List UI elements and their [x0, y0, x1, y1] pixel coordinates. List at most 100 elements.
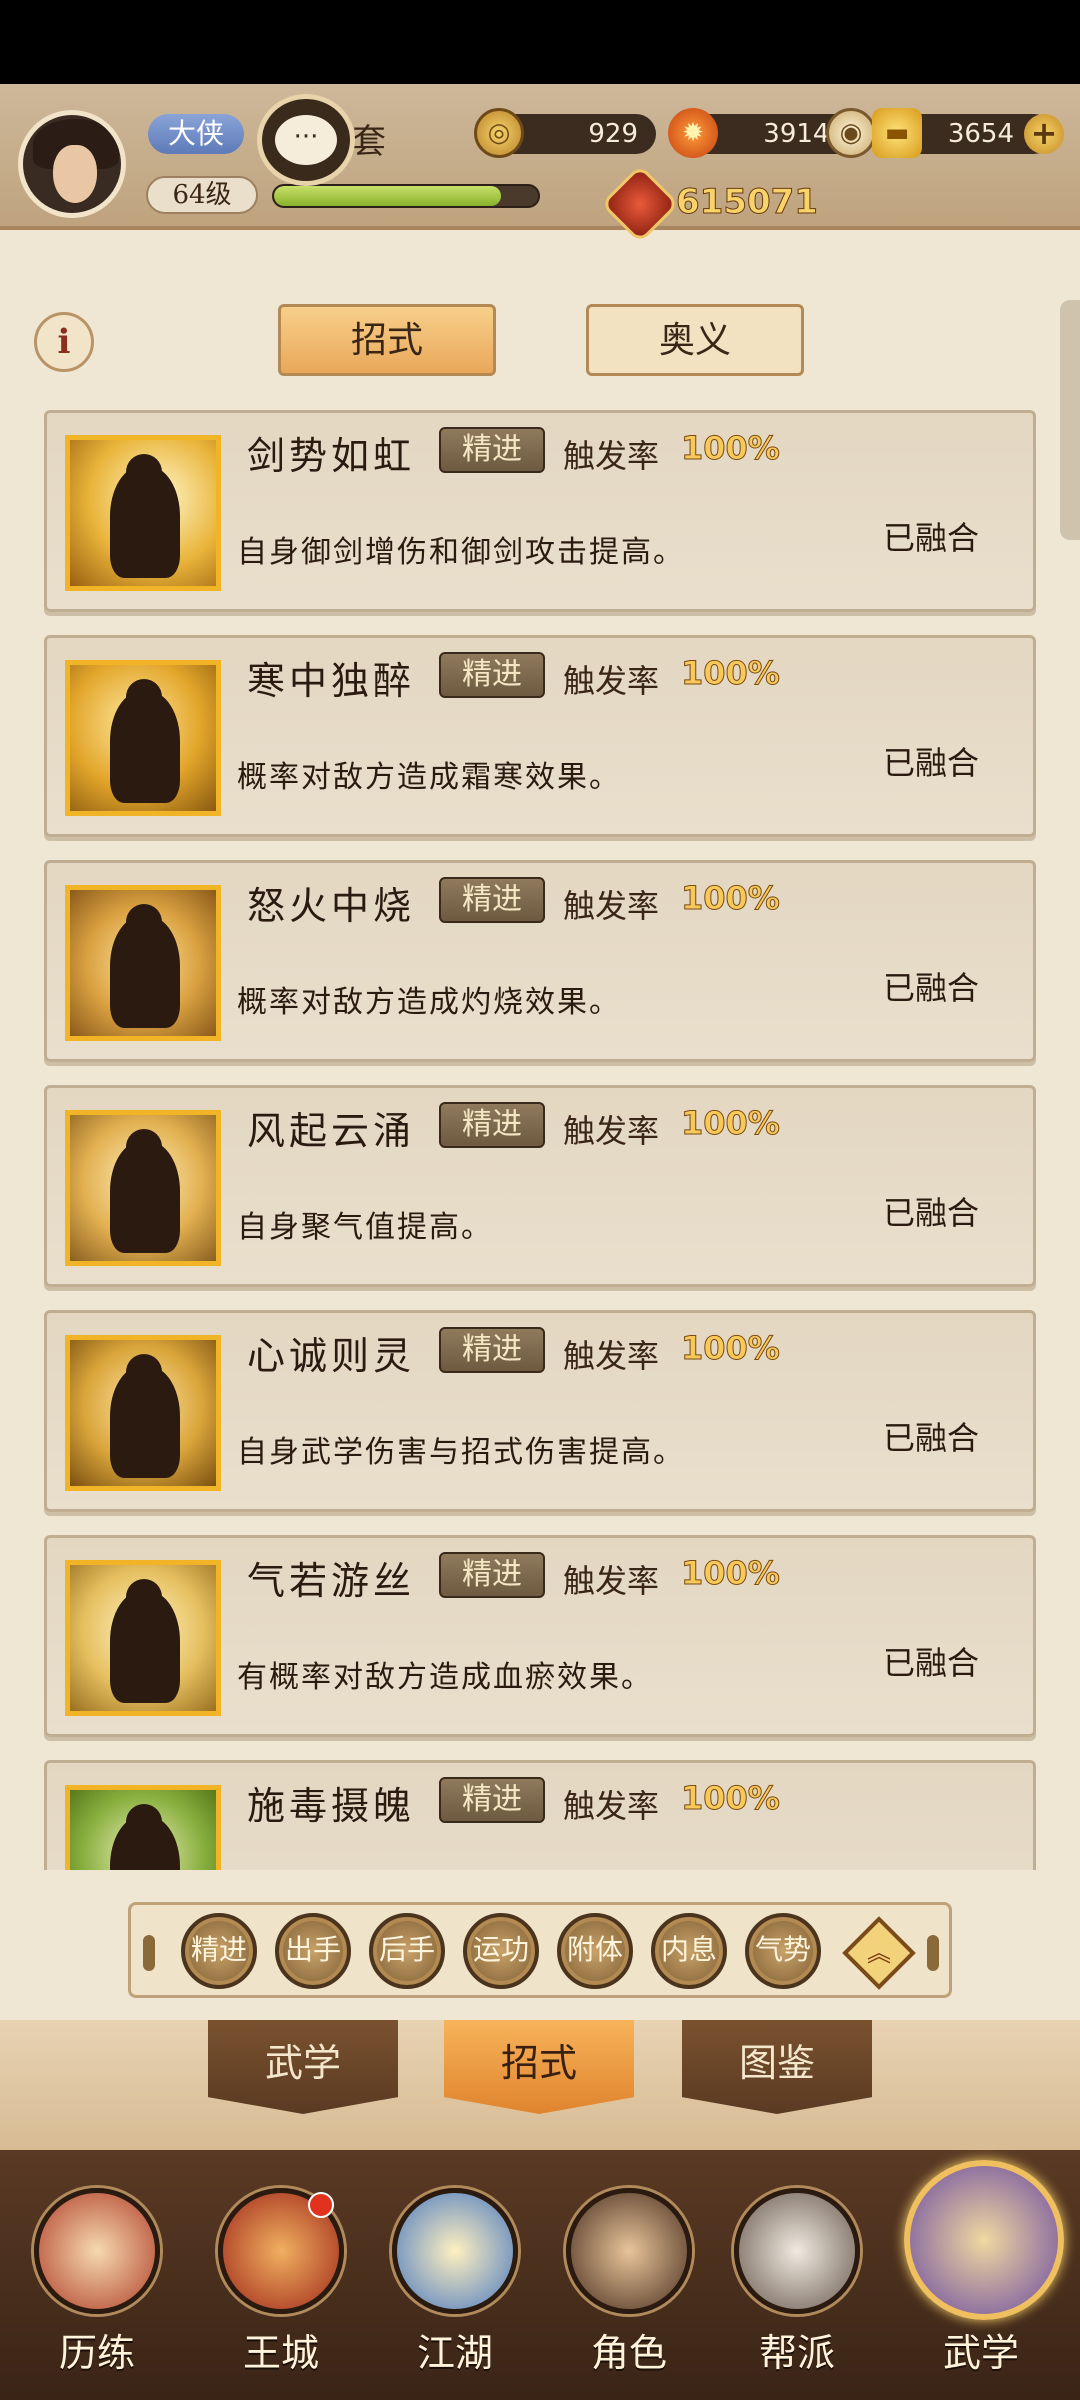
fused-status: 已融合	[883, 1419, 980, 1457]
skill-description: 概率对敌方造成霜寒效果。	[237, 760, 621, 795]
skill-card[interactable]: 怒火中烧 精进 触发率 100% 概率对敌方造成灼烧效果。 已融合	[44, 860, 1036, 1062]
nav-label: 历练	[58, 2331, 135, 2375]
nav-training[interactable]: 历练	[12, 2172, 182, 2392]
filter-button[interactable]: 出手	[275, 1913, 351, 1989]
chat-icon: ···	[275, 115, 337, 165]
level-pill: 64级	[146, 176, 258, 214]
tab-moves[interactable]: 招式	[278, 304, 496, 376]
trigger-rate-label: 触发率	[563, 1337, 660, 1375]
skill-list[interactable]: 剑势如虹 精进 触发率 100% 自身御剑增伤和御剑攻击提高。 已融合 寒中独醉…	[44, 410, 1036, 1870]
skill-description: 自身御剑增伤和御剑攻击提高。	[237, 535, 685, 570]
character-name: 套	[352, 122, 386, 162]
trigger-rate-value: 100%	[681, 1104, 781, 1143]
skill-card[interactable]: 剑势如虹 精进 触发率 100% 自身御剑增伤和御剑攻击提高。 已融合	[44, 410, 1036, 612]
skill-card[interactable]: 心诚则灵 精进 触发率 100% 自身武学伤害与招式伤害提高。 已融合	[44, 1310, 1036, 1512]
skill-name: 寒中独醉	[247, 659, 416, 703]
info-button[interactable]: i	[34, 312, 94, 372]
skill-icon-figure	[110, 1141, 180, 1253]
skill-card[interactable]: 施毒摄魄 精进 触发率 100%	[44, 1760, 1036, 1870]
trigger-rate-value: 100%	[681, 429, 781, 468]
nav-character[interactable]: 角色	[544, 2172, 714, 2392]
skill-name: 气若游丝	[247, 1559, 416, 1603]
trigger-rate-label: 触发率	[563, 1112, 660, 1150]
filter-button[interactable]: 运功	[463, 1913, 539, 1989]
skill-icon	[65, 660, 221, 816]
subnav-tab-codex[interactable]: 图鉴	[682, 2020, 872, 2114]
nav-label: 帮派	[758, 2331, 835, 2375]
fused-status: 已融合	[883, 969, 980, 1007]
trigger-rate-value: 100%	[681, 1554, 781, 1593]
skill-description: 有概率对敌方造成血瘀效果。	[237, 1660, 653, 1695]
trigger-rate-value: 100%	[681, 1779, 781, 1818]
trigger-rate-label: 触发率	[563, 1787, 660, 1825]
filter-button[interactable]: 精进	[181, 1913, 257, 1989]
trigger-rate-label: 触发率	[563, 662, 660, 700]
fused-status: 已融合	[883, 1644, 980, 1682]
nav-label: 江湖	[416, 2331, 493, 2375]
trigger-rate-label: 触发率	[563, 437, 660, 475]
tier-badge: 精进	[439, 427, 545, 473]
player-avatar[interactable]	[18, 110, 126, 218]
tier-badge: 精进	[439, 1327, 545, 1373]
skill-description: 自身聚气值提高。	[237, 1210, 493, 1245]
skill-icon-figure	[110, 916, 180, 1028]
top-header: 大侠 套 64级 929 ◎ 39146 ✹ ◉ 3654 ▬	[0, 84, 1080, 230]
tier-badge: 精进	[439, 1777, 545, 1823]
trigger-rate-label: 触发率	[563, 1562, 660, 1600]
skill-name: 风起云涌	[247, 1109, 416, 1153]
jianghu-icon	[392, 2188, 518, 2314]
filter-button[interactable]: 内息	[651, 1913, 727, 1989]
filter-bar: ︽ 精进 出手 后手 运功 附体 内息 气势	[128, 1902, 952, 1998]
skill-card[interactable]: 寒中独醉 精进 触发率 100% 概率对敌方造成霜寒效果。 已融合	[44, 635, 1036, 837]
trigger-rate-label: 触发率	[563, 887, 660, 925]
skill-icon-figure	[110, 1816, 180, 1870]
notification-dot	[308, 2192, 334, 2218]
fused-status: 已融合	[883, 519, 980, 557]
skill-description: 概率对敌方造成灼烧效果。	[237, 985, 621, 1020]
filter-expand-button[interactable]: ︽	[842, 1916, 916, 1990]
add-gold-button[interactable]: +	[1024, 114, 1064, 154]
tier-badge: 精进	[439, 652, 545, 698]
nav-martial-arts[interactable]: 武学	[896, 2160, 1066, 2392]
skill-icon	[65, 1785, 221, 1870]
tier-badge: 精进	[439, 1102, 545, 1148]
silver-ingot-icon: ◉	[826, 108, 876, 158]
training-icon	[34, 2188, 160, 2314]
trigger-rate-value: 100%	[681, 654, 781, 693]
double-chevron-up-icon: ︽	[867, 1939, 891, 1967]
filter-button[interactable]: 气势	[745, 1913, 821, 1989]
filter-button[interactable]: 附体	[557, 1913, 633, 1989]
flame-icon: ✹	[668, 108, 718, 158]
guild-icon	[734, 2188, 860, 2314]
tier-badge: 精进	[439, 1552, 545, 1598]
tab-mysteries[interactable]: 奥义	[586, 304, 804, 376]
title-badge: 大侠	[148, 114, 244, 154]
avatar-face	[53, 145, 97, 203]
trigger-rate-value: 100%	[681, 1329, 781, 1368]
filter-button[interactable]: 后手	[369, 1913, 445, 1989]
skill-name: 心诚则灵	[247, 1334, 416, 1378]
filter-bar-left-end	[143, 1935, 155, 1971]
skill-icon	[65, 1560, 221, 1716]
skill-icon-figure	[110, 691, 180, 803]
side-scroll-handle[interactable]	[1060, 300, 1080, 540]
gold-ingot-icon: ▬	[872, 108, 922, 158]
character-icon	[566, 2188, 692, 2314]
skill-icon-figure	[110, 466, 180, 578]
skill-icon	[65, 885, 221, 1041]
skill-name: 怒火中烧	[247, 884, 416, 928]
skill-icon-figure	[110, 1366, 180, 1478]
subnav-tab-martial-arts[interactable]: 武学	[208, 2020, 398, 2114]
skill-description: 自身武学伤害与招式伤害提高。	[237, 1435, 685, 1470]
nav-jianghu[interactable]: 江湖	[370, 2172, 540, 2392]
fused-status: 已融合	[883, 1194, 980, 1232]
skill-card[interactable]: 气若游丝 精进 触发率 100% 有概率对敌方造成血瘀效果。 已融合	[44, 1535, 1036, 1737]
tier-badge: 精进	[439, 877, 545, 923]
subnav-tab-moves[interactable]: 招式	[444, 2020, 634, 2114]
nav-royal-city[interactable]: 王城	[196, 2172, 366, 2392]
filter-bar-right-end	[927, 1935, 939, 1971]
nav-guild[interactable]: 帮派	[712, 2172, 882, 2392]
skill-name: 剑势如虹	[247, 434, 416, 478]
skill-card[interactable]: 风起云涌 精进 触发率 100% 自身聚气值提高。 已融合	[44, 1085, 1036, 1287]
chat-button[interactable]: ···	[257, 94, 355, 186]
